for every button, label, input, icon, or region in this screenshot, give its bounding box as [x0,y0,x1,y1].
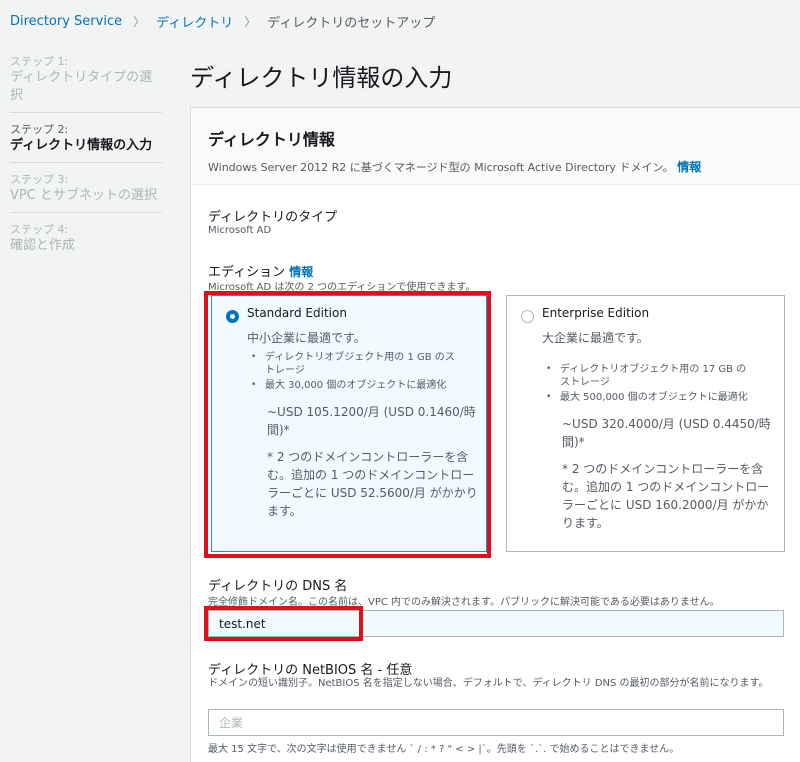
chevron-right-icon: 〉 [244,15,257,29]
info-link[interactable]: 情報 [677,160,701,174]
step-4: ステップ 4: 確認と作成 [10,221,162,262]
tile-note: * 2 つのドメインコントローラーを含む。追加の 1 つのドメインコントローラー… [562,462,770,530]
netbios-name-description: ドメインの短い識別子。NetBIOS 名を指定しない場合、デフォルトで、ディレク… [208,678,769,689]
dns-name-description: 完全修飾ドメイン名。この名前は、VPC 内でのみ解決されます。パブリックに解決可… [208,597,720,608]
tile-title: Standard Edition [247,306,347,320]
step-number: ステップ 2: [10,123,69,136]
netbios-name-placeholder: 企業 [219,716,244,730]
netbios-name-label: ディレクトリの NetBIOS 名 - 任意 [208,663,413,678]
directory-type-label: ディレクトリのタイプ [208,210,338,225]
list-item: 最大 500,000 個のオブジェクトに最適化 [542,391,752,404]
tile-subtitle: 中小企業に最適です。 [247,331,366,345]
panel-description: Windows Server 2012 R2 に基づくマネージド型の Micro… [208,160,702,174]
step-number: ステップ 4: [10,223,69,236]
radio-unselected-icon[interactable] [521,310,534,323]
breadcrumb: Directory Service 〉 ディレクトリ 〉 ディレクトリのセットア… [10,12,435,31]
radio-selected-icon[interactable] [226,310,239,323]
directory-info-panel: ディレクトリ情報 Windows Server 2012 R2 に基づくマネージ… [190,107,800,762]
tile-title: Enterprise Edition [542,306,650,320]
step-label: 確認と作成 [10,238,76,253]
wizard-steps: ステップ 1: ディレクトリタイプの選択 ステップ 2: ディレクトリ情報の入力… [10,53,162,270]
tile-price: ~USD 320.4000/月 (USD 0.4450/時間)* [562,417,771,449]
chevron-right-icon: 〉 [133,15,146,29]
list-item: 最大 30,000 個のオブジェクトに最適化 [247,379,457,392]
dns-name-label: ディレクトリの DNS 名 [208,579,348,594]
directory-type-value: Microsoft AD [208,225,272,236]
breadcrumb-directory-service[interactable]: Directory Service [10,14,122,29]
step-1: ステップ 1: ディレクトリタイプの選択 [10,53,162,113]
tile-features: ディレクトリオブジェクト用の 17 GB のストレージ 最大 500,000 個… [542,363,752,406]
breadcrumb-directories[interactable]: ディレクトリ [156,12,233,31]
step-number: ステップ 1: [10,55,69,68]
step-label: ディレクトリタイプの選択 [10,70,153,103]
step-3: ステップ 3: VPC とサブネットの選択 [10,171,162,213]
panel-title: ディレクトリ情報 [208,130,335,149]
dns-name-input[interactable]: test.net [208,610,784,637]
page-title: ディレクトリ情報の入力 [190,64,453,92]
step-label: ディレクトリ情報の入力 [10,138,153,153]
breadcrumb-current: ディレクトリのセットアップ [267,16,436,31]
step-label: VPC とサブネットの選択 [10,188,157,203]
tile-price: ~USD 105.1200/月 (USD 0.1460/時間)* [267,405,476,437]
netbios-name-input[interactable]: 企業 [208,709,784,736]
tile-subtitle: 大企業に最適です。 [542,331,649,345]
enterprise-edition-tile[interactable]: Enterprise Edition 大企業に最適です。 ディレクトリオブジェク… [506,295,785,552]
edition-description: Microsoft AD は次の 2 つのエディションで使用できます。 [208,282,476,293]
step-2: ステップ 2: ディレクトリ情報の入力 [10,121,162,163]
standard-edition-tile[interactable]: Standard Edition 中小企業に最適です。 ディレクトリオブジェクト… [211,295,487,552]
list-item: ディレクトリオブジェクト用の 1 GB のストレージ [247,351,457,377]
list-item: ディレクトリオブジェクト用の 17 GB のストレージ [542,363,752,389]
netbios-name-hint: 最大 15 文字で、次の文字は使用できません ` / : * ? " < > |… [208,744,680,755]
panel-header: ディレクトリ情報 Windows Server 2012 R2 に基づくマネージ… [191,108,800,185]
dns-name-value: test.net [219,616,266,631]
edition-info-link[interactable]: 情報 [289,265,313,279]
tile-note: * 2 つのドメインコントローラーを含む。追加の 1 つのドメインコントローラー… [267,450,478,518]
step-number: ステップ 3: [10,173,69,186]
tile-features: ディレクトリオブジェクト用の 1 GB のストレージ 最大 30,000 個のオ… [247,351,457,394]
